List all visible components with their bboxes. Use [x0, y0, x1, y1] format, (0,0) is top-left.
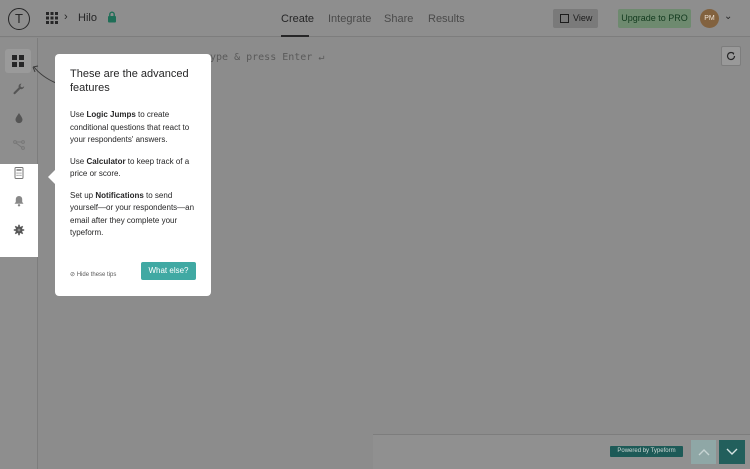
gear-icon: [13, 224, 24, 236]
workspace-name[interactable]: Hilo: [78, 12, 97, 24]
view-button-label: View: [573, 13, 593, 23]
previous-question-button[interactable]: [691, 440, 716, 464]
logo[interactable]: T: [8, 8, 30, 30]
tab-integrate[interactable]: Integrate: [328, 13, 371, 25]
calculator-icon: [14, 167, 23, 179]
sidebar: [0, 38, 38, 469]
sidebar-item-build[interactable]: [5, 49, 31, 73]
upgrade-button[interactable]: Upgrade to PRO: [618, 9, 691, 28]
refresh-button[interactable]: [721, 46, 741, 66]
what-else-button[interactable]: What else?: [141, 262, 196, 280]
logic-jump-icon: [12, 140, 25, 150]
avatar[interactable]: PM: [700, 9, 719, 28]
next-question-button[interactable]: [719, 440, 745, 464]
sidebar-item-notifications[interactable]: [0, 187, 37, 215]
tooltip-paragraph-logic: Use Logic Jumps to create conditional qu…: [70, 109, 196, 147]
tip-text: Use: [70, 110, 87, 119]
tip-bold: Logic Jumps: [86, 110, 136, 119]
powered-by-badge[interactable]: Powered by Typeform: [610, 446, 683, 457]
view-button[interactable]: View: [553, 9, 598, 28]
bell-icon: [14, 196, 23, 207]
sidebar-item-design[interactable]: [0, 104, 37, 132]
drop-icon: [15, 113, 22, 124]
apps-grid-icon[interactable]: [46, 12, 58, 24]
lock-icon: [108, 11, 116, 23]
refresh-icon: [726, 51, 736, 61]
advanced-features-tooltip: These are the advanced features Use Logi…: [48, 54, 211, 296]
chevron-right-icon: ›: [64, 11, 68, 23]
tab-share[interactable]: Share: [384, 13, 413, 25]
tip-text: Set up: [70, 190, 96, 200]
tip-text: Use: [70, 156, 87, 166]
tooltip-arrow: [48, 170, 55, 184]
top-bar: T › Hilo Create Integrate Share Results …: [0, 0, 750, 37]
sidebar-item-logic-jumps[interactable]: [0, 131, 37, 159]
active-tab-indicator: [281, 35, 309, 37]
chevron-down-icon[interactable]: ⌄: [724, 11, 732, 22]
sidebar-item-calculator[interactable]: [0, 159, 37, 187]
chevron-down-icon: [726, 448, 738, 455]
tooltip-title: These are the advanced features: [70, 68, 189, 94]
tooltip-paragraph-calculator: Use Calculator to keep track of a price …: [70, 156, 196, 181]
tip-bold: Notifications: [95, 190, 144, 200]
hide-tips-link[interactable]: ⊘ Hide these tips: [70, 271, 116, 278]
external-link-icon: [560, 14, 569, 23]
tab-create[interactable]: Create: [281, 13, 314, 25]
chevron-up-icon: [698, 449, 709, 456]
tooltip-paragraph-notifications: Set up Notifications to send yourself—or…: [70, 190, 196, 240]
grid-icon: [12, 55, 24, 67]
wrench-icon: [12, 83, 24, 95]
question-input-placeholder[interactable]: ype & press Enter ↵: [210, 52, 324, 63]
sidebar-item-advanced-settings[interactable]: [0, 216, 37, 244]
tip-bold: Calculator: [86, 156, 126, 166]
tab-results[interactable]: Results: [428, 13, 465, 25]
